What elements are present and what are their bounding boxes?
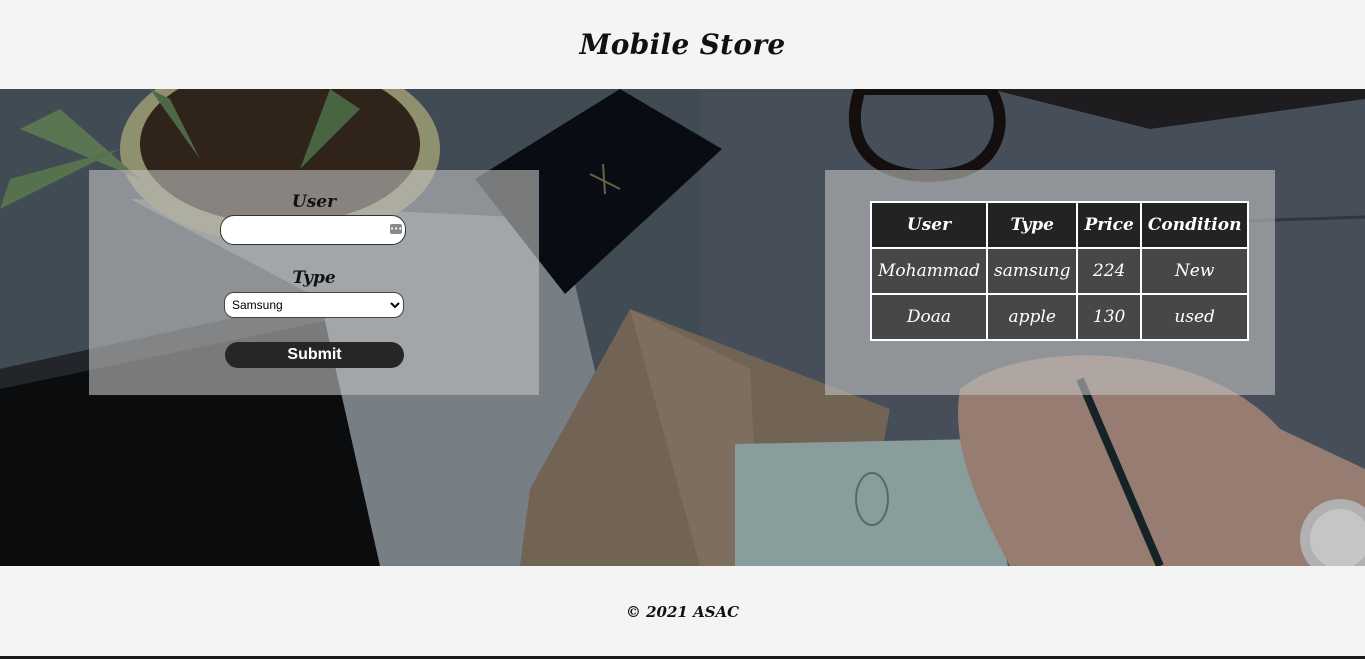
header-user: User <box>870 201 988 249</box>
cell-condition: New <box>1139 247 1250 295</box>
type-select[interactable]: Samsung <box>224 292 404 318</box>
user-label: User <box>291 192 337 212</box>
cell-user: Doaa <box>870 293 988 341</box>
table-row: Doaa apple 130 used <box>870 293 1250 341</box>
table-row: Mohammad samsung 224 New <box>870 247 1250 295</box>
order-form-panel: User ••• Type Samsung Submit <box>89 170 539 395</box>
submit-button[interactable]: Submit <box>225 342 404 368</box>
cell-condition: used <box>1139 293 1250 341</box>
cell-price: 130 <box>1076 293 1142 341</box>
hero-section: User ••• Type Samsung Submit User Type P… <box>0 89 1365 566</box>
header-type: Type <box>985 201 1079 249</box>
site-footer: © 2021 ASAC <box>0 566 1365 656</box>
cell-user: Mohammad <box>870 247 988 295</box>
header-price: Price <box>1076 201 1142 249</box>
header-condition: Condition <box>1139 201 1250 249</box>
user-input[interactable] <box>220 215 406 245</box>
page-title: Mobile Store <box>579 28 786 61</box>
orders-table: User Type Price Condition Mohammad samsu… <box>870 201 1250 341</box>
site-header: Mobile Store <box>0 0 1365 89</box>
cell-type: samsung <box>985 247 1079 295</box>
cell-price: 224 <box>1076 247 1142 295</box>
type-label: Type <box>292 268 336 288</box>
table-header-row: User Type Price Condition <box>870 201 1250 249</box>
autofill-icon[interactable]: ••• <box>390 224 402 234</box>
orders-table-panel: User Type Price Condition Mohammad samsu… <box>825 170 1275 395</box>
copyright-text: © 2021 ASAC <box>625 603 740 621</box>
cell-type: apple <box>985 293 1079 341</box>
